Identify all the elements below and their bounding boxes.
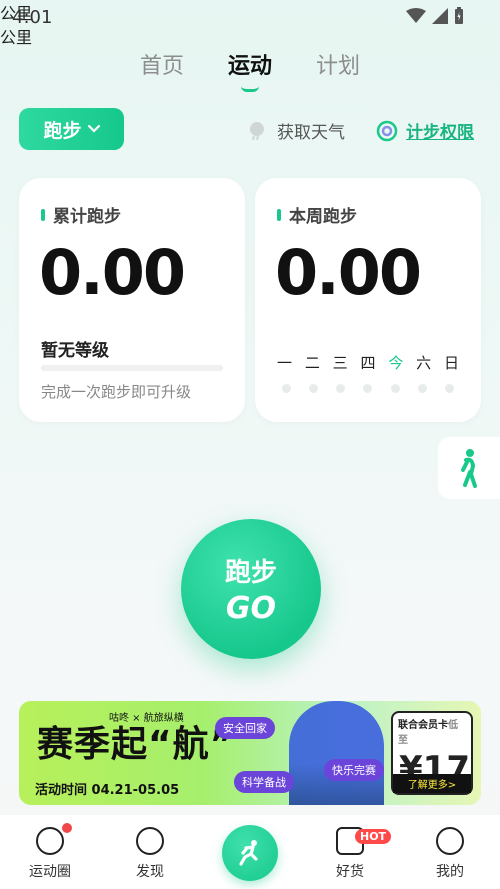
side-float-button[interactable] <box>438 437 500 499</box>
notification-dot <box>62 823 72 833</box>
total-distance-value: 0.00 <box>39 236 186 309</box>
target-icon <box>376 120 398 141</box>
nav-label: 运动圈 <box>29 864 71 880</box>
week-run-card[interactable]: 本周跑步 0.00 一 二 三 四 今 六 日 <box>255 178 481 422</box>
weekday-label: 一 <box>277 354 293 372</box>
tab-home[interactable]: 首页 <box>140 48 184 80</box>
nav-item-shop[interactable]: HOT 好货 <box>300 815 400 889</box>
weather-button[interactable]: 获取天气 <box>247 118 345 143</box>
weekday-dot <box>336 384 346 393</box>
tab-active-indicator <box>240 86 259 92</box>
membership-card-offer: 联合会员卡低至 ¥17 了解更多> <box>391 711 473 795</box>
wifi-icon <box>406 8 426 23</box>
banner-pill: 快乐完赛 <box>324 759 384 781</box>
hot-badge: HOT <box>355 829 392 844</box>
weekday-dot <box>417 384 427 393</box>
nav-label: 好货 <box>336 864 364 880</box>
chat-bubble-icon <box>36 827 64 855</box>
nav-item-community[interactable]: 运动圈 <box>0 815 100 889</box>
sport-type-dropdown[interactable]: 跑步 <box>19 108 124 150</box>
week-distance-value: 0.00 <box>275 236 422 309</box>
weekday-dot <box>390 384 400 393</box>
weekday-dot <box>282 384 291 393</box>
sport-type-label: 跑步 <box>43 119 82 142</box>
battery-icon <box>455 7 463 24</box>
weather-label: 获取天气 <box>277 123 345 143</box>
banner-brand: 咕咚 × 航旅纵横 <box>109 713 184 724</box>
profile-face-icon <box>436 827 464 855</box>
runner-icon <box>239 840 258 866</box>
step-permission-link[interactable]: 计步权限 <box>376 118 474 143</box>
membership-title: 联合会员卡低至 <box>393 713 471 749</box>
promo-banner[interactable]: 赛季起“航” 咕咚 × 航旅纵横 活动时间 04.21-05.05 安全回家 科… <box>19 701 481 805</box>
total-run-card[interactable]: 累计跑步 0.00 暂无等级 完成一次跑步即可升级 <box>19 178 245 422</box>
tab-sport[interactable]: 运动 <box>227 48 272 92</box>
membership-title-text: 联合会员卡 <box>398 720 448 731</box>
chevron-down-icon <box>87 125 100 133</box>
top-tabs: 首页 运动 计划 <box>0 48 500 92</box>
label-dot <box>41 208 45 221</box>
nav-item-discover[interactable]: 发现 <box>100 815 200 889</box>
weekday-label: 三 <box>332 354 348 372</box>
banner-pill: 安全回家 <box>215 717 275 739</box>
status-time: 4:01 <box>12 7 53 28</box>
nav-label: 发现 <box>136 864 164 880</box>
total-run-label: 累计跑步 <box>53 207 121 227</box>
start-run-button[interactable]: 跑步 GO <box>181 519 321 659</box>
weekday-label: 日 <box>443 354 459 372</box>
start-run-go: GO <box>225 591 277 626</box>
total-run-label-row: 累计跑步 <box>41 202 121 227</box>
weekday-dots <box>282 384 454 393</box>
tab-plan[interactable]: 计划 <box>316 48 360 80</box>
weather-icon <box>249 121 264 140</box>
signal-icon <box>432 8 448 24</box>
week-run-label: 本周跑步 <box>289 207 357 227</box>
nav-item-me[interactable]: 我的 <box>400 815 500 889</box>
label-dot <box>277 208 281 221</box>
weekday-dot <box>309 384 319 393</box>
tab-sport-label: 运动 <box>227 54 272 79</box>
banner-athlete-illustration <box>289 701 384 805</box>
banner-pill: 科学备战 <box>234 771 294 793</box>
level-hint: 完成一次跑步即可升级 <box>41 383 192 401</box>
nav-label: 我的 <box>436 864 464 880</box>
status-bar: 4:01 <box>0 0 500 34</box>
banner-date: 活动时间 04.21-05.05 <box>35 783 180 798</box>
compass-icon <box>136 827 164 855</box>
weekday-label: 四 <box>360 354 376 372</box>
weekday-label: 六 <box>416 354 432 372</box>
step-permission-label: 计步权限 <box>406 123 474 143</box>
weekday-label-today: 今 <box>388 354 404 372</box>
nav-sport-center-button[interactable] <box>222 825 278 881</box>
level-title: 暂无等级 <box>41 341 109 361</box>
level-progress-bar <box>41 365 223 371</box>
learn-more-link[interactable]: 了解更多> <box>393 774 471 793</box>
weekday-row: 一 二 三 四 今 六 日 <box>277 352 459 373</box>
start-run-label: 跑步 <box>224 558 277 588</box>
weekday-dot <box>444 384 454 393</box>
weekday-dot <box>363 384 373 393</box>
status-icons <box>406 7 464 25</box>
runner-icon <box>461 449 477 488</box>
weekday-label: 二 <box>304 354 320 372</box>
week-run-label-row: 本周跑步 <box>277 202 357 227</box>
